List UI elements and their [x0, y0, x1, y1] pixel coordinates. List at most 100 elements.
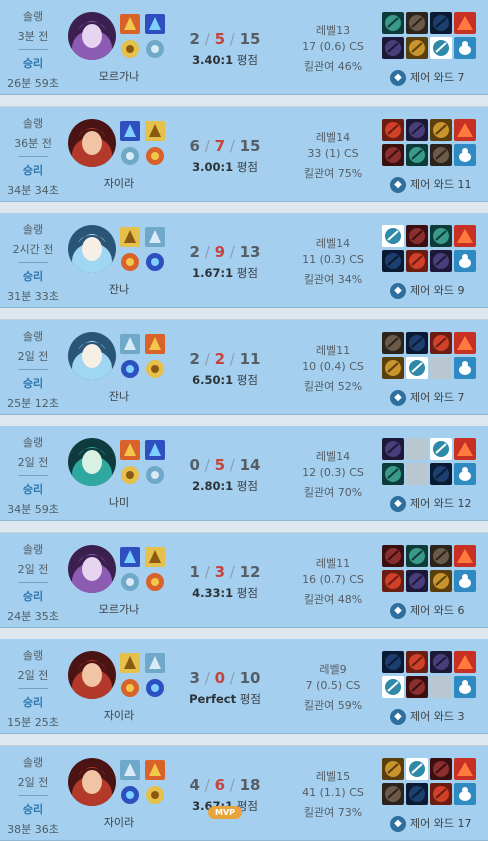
item-slot-icon[interactable] [406, 250, 428, 272]
item-slot-icon[interactable] [430, 438, 452, 460]
summoner-spell-2-icon[interactable] [145, 121, 165, 141]
item-slot-icon[interactable] [406, 332, 428, 354]
item-slot-icon[interactable] [406, 37, 428, 59]
control-ward-item-icon[interactable] [454, 357, 476, 379]
summoner-spell-1-icon[interactable] [120, 227, 140, 247]
match-row[interactable]: 솔랭 2시간 전 승리 31분 33초 잔나 2 / 9 / 13 1.67:1 평점 레벨… [0, 213, 488, 308]
rune-primary-icon[interactable] [120, 146, 140, 166]
item-slot-icon[interactable] [382, 545, 404, 567]
item-slot-icon[interactable] [406, 783, 428, 805]
rune-primary-icon[interactable] [120, 465, 140, 485]
control-ward-item-icon[interactable] [454, 144, 476, 166]
item-slot-icon[interactable] [382, 144, 404, 166]
item-slot-icon[interactable] [406, 119, 428, 141]
item-slot-icon[interactable] [382, 438, 404, 460]
champion-portrait[interactable] [68, 119, 116, 167]
summoner-spell-1-icon[interactable] [120, 14, 140, 34]
item-slot-icon[interactable] [406, 225, 428, 247]
item-slot-icon[interactable] [382, 225, 404, 247]
item-slot-icon[interactable] [430, 250, 452, 272]
champion-portrait[interactable] [68, 545, 116, 593]
item-slot-icon[interactable] [382, 12, 404, 34]
summoner-spell-2-icon[interactable] [145, 14, 165, 34]
match-row[interactable]: 솔랭 2일 전 승리 34분 59초 나미 0 / 5 / 14 2.80:1 평점 레벨1… [0, 426, 488, 521]
summoner-spell-2-icon[interactable] [145, 653, 165, 673]
champion-portrait[interactable] [68, 225, 116, 273]
item-slot-icon[interactable] [382, 463, 404, 485]
match-row[interactable]: 솔랭 2일 전 승리 15분 25초 자이라 3 / 0 / 10 Perfect 평점 레… [0, 639, 488, 734]
summoner-spell-2-icon[interactable] [145, 334, 165, 354]
match-row[interactable]: 솔랭 3분 전 승리 26분 59초 모르가나 2 / 5 / 15 3.40:1 평점 레… [0, 0, 488, 95]
item-slot-icon[interactable] [406, 144, 428, 166]
match-row[interactable]: 솔랭 2일 전 승리 25분 12초 잔나 2 / 2 / 11 6.50:1 평점 레벨1… [0, 320, 488, 415]
trinket-icon[interactable] [454, 651, 476, 673]
rune-secondary-icon[interactable] [145, 572, 165, 592]
control-ward-item-icon[interactable] [454, 783, 476, 805]
rune-primary-icon[interactable] [120, 678, 140, 698]
rune-secondary-icon[interactable] [145, 359, 165, 379]
summoner-spell-1-icon[interactable] [120, 760, 140, 780]
item-slot-icon[interactable] [382, 37, 404, 59]
item-slot-icon[interactable] [430, 144, 452, 166]
match-row[interactable]: 솔랭 36분 전 승리 34분 34초 자이라 6 / 7 / 15 3.00:1 평점 레… [0, 107, 488, 202]
champion-portrait[interactable] [68, 651, 116, 699]
item-slot-icon[interactable] [382, 676, 404, 698]
summoner-spell-2-icon[interactable] [145, 760, 165, 780]
rune-secondary-icon[interactable] [145, 678, 165, 698]
item-slot-icon[interactable] [406, 676, 428, 698]
item-slot-icon[interactable] [430, 570, 452, 592]
rune-primary-icon[interactable] [120, 572, 140, 592]
trinket-icon[interactable] [454, 225, 476, 247]
item-slot-icon[interactable] [382, 783, 404, 805]
rune-secondary-icon[interactable] [145, 146, 165, 166]
rune-primary-icon[interactable] [120, 359, 140, 379]
item-slot-icon[interactable] [430, 651, 452, 673]
rune-primary-icon[interactable] [120, 785, 140, 805]
item-slot-icon[interactable] [406, 357, 428, 379]
trinket-icon[interactable] [454, 438, 476, 460]
item-slot-icon[interactable] [406, 651, 428, 673]
trinket-icon[interactable] [454, 758, 476, 780]
item-slot-icon[interactable] [406, 12, 428, 34]
item-slot-icon[interactable] [382, 119, 404, 141]
rune-secondary-icon[interactable] [145, 39, 165, 59]
trinket-icon[interactable] [454, 119, 476, 141]
summoner-spell-1-icon[interactable] [120, 653, 140, 673]
summoner-spell-2-icon[interactable] [145, 440, 165, 460]
item-slot-icon[interactable] [430, 119, 452, 141]
trinket-icon[interactable] [454, 332, 476, 354]
trinket-icon[interactable] [454, 545, 476, 567]
control-ward-item-icon[interactable] [454, 37, 476, 59]
rune-primary-icon[interactable] [120, 39, 140, 59]
item-slot-icon[interactable] [382, 651, 404, 673]
control-ward-item-icon[interactable] [454, 250, 476, 272]
champion-portrait[interactable] [68, 438, 116, 486]
control-ward-item-icon[interactable] [454, 570, 476, 592]
champion-portrait[interactable] [68, 758, 116, 806]
item-slot-icon[interactable] [406, 570, 428, 592]
control-ward-item-icon[interactable] [454, 676, 476, 698]
trinket-icon[interactable] [454, 12, 476, 34]
item-slot-icon[interactable] [382, 758, 404, 780]
item-slot-icon[interactable] [382, 332, 404, 354]
summoner-spell-1-icon[interactable] [120, 121, 140, 141]
item-slot-icon[interactable] [430, 783, 452, 805]
item-slot-icon[interactable] [430, 545, 452, 567]
rune-primary-icon[interactable] [120, 252, 140, 272]
item-slot-icon[interactable] [430, 758, 452, 780]
item-slot-icon[interactable] [430, 37, 452, 59]
item-slot-icon[interactable] [406, 545, 428, 567]
champion-portrait[interactable] [68, 332, 116, 380]
item-slot-icon[interactable] [382, 570, 404, 592]
control-ward-item-icon[interactable] [454, 463, 476, 485]
summoner-spell-1-icon[interactable] [120, 334, 140, 354]
item-slot-icon[interactable] [382, 357, 404, 379]
match-row[interactable]: 솔랭 2일 전 승리 24분 35초 모르가나 1 / 3 / 12 4.33:1 평점 레… [0, 533, 488, 628]
item-slot-icon[interactable] [430, 332, 452, 354]
summoner-spell-2-icon[interactable] [145, 547, 165, 567]
item-slot-icon[interactable] [430, 463, 452, 485]
item-slot-icon[interactable] [430, 225, 452, 247]
summoner-spell-1-icon[interactable] [120, 440, 140, 460]
item-slot-icon[interactable] [430, 12, 452, 34]
item-slot-icon[interactable] [382, 250, 404, 272]
